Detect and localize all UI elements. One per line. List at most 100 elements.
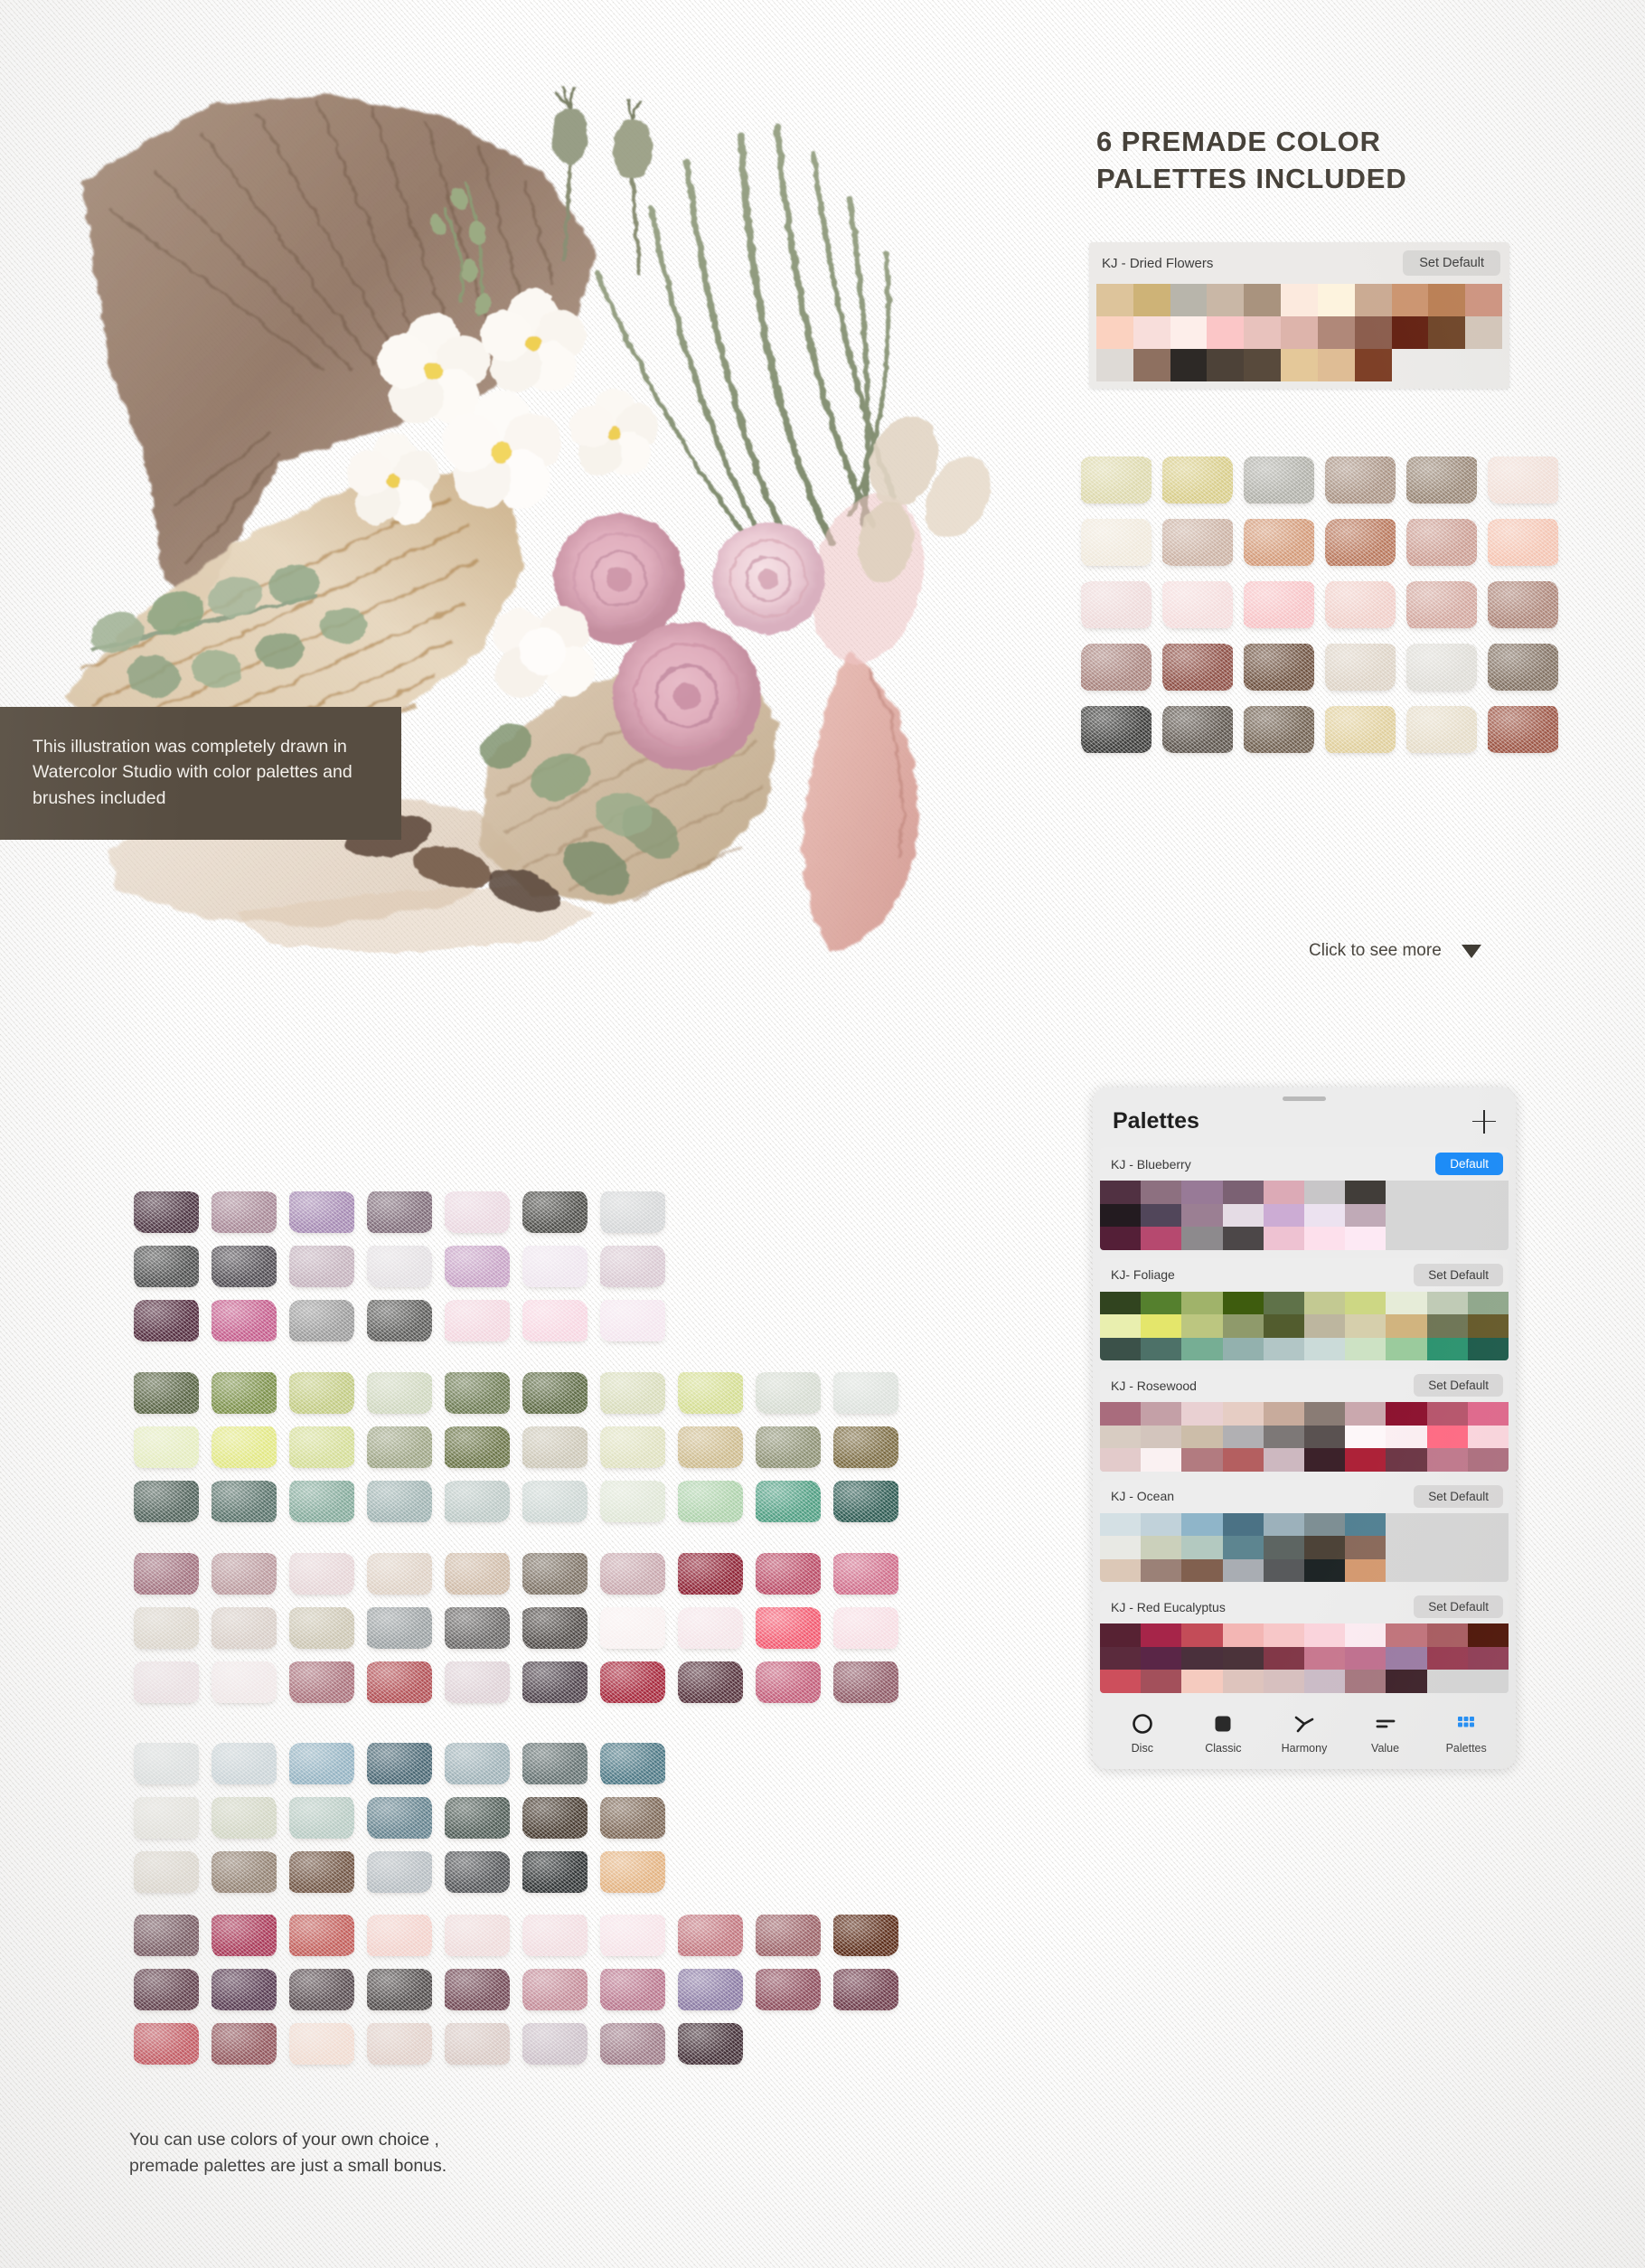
palette-section[interactable]: KJ - Red Eucalyptus Set Default: [1100, 1590, 1509, 1693]
color-swatch[interactable]: [1264, 1402, 1304, 1426]
set-default-button[interactable]: Set Default: [1414, 1374, 1503, 1397]
empty-slot[interactable]: [1468, 1536, 1509, 1559]
empty-slot[interactable]: [1386, 1536, 1426, 1559]
color-swatch[interactable]: [1244, 284, 1281, 316]
color-swatch[interactable]: [1207, 284, 1244, 316]
color-swatch[interactable]: [1304, 1647, 1345, 1670]
empty-slot[interactable]: [1427, 1181, 1468, 1204]
color-swatch[interactable]: [1386, 1647, 1426, 1670]
color-swatch[interactable]: [1181, 1513, 1222, 1537]
color-swatch[interactable]: [1100, 1338, 1141, 1361]
harmony-icon[interactable]: [1292, 1712, 1316, 1736]
set-default-button[interactable]: Set Default: [1414, 1264, 1503, 1286]
color-swatch[interactable]: [1141, 1338, 1181, 1361]
palette-color-grid[interactable]: [1100, 1623, 1509, 1693]
color-swatch[interactable]: [1100, 1623, 1141, 1647]
value-lines-icon[interactable]: [1374, 1712, 1397, 1736]
color-swatch[interactable]: [1264, 1314, 1304, 1338]
color-swatch[interactable]: [1096, 349, 1133, 381]
palette-color-grid[interactable]: [1100, 1513, 1509, 1583]
color-swatch[interactable]: [1096, 284, 1133, 316]
color-swatch[interactable]: [1100, 1227, 1141, 1250]
color-swatch[interactable]: [1427, 1338, 1468, 1361]
color-swatch[interactable]: [1345, 1623, 1386, 1647]
color-swatch[interactable]: [1281, 316, 1318, 349]
tool-harmony[interactable]: Harmony: [1268, 1712, 1340, 1755]
color-swatch[interactable]: [1223, 1204, 1264, 1228]
color-swatch[interactable]: [1100, 1536, 1141, 1559]
color-swatch[interactable]: [1223, 1402, 1264, 1426]
color-swatch[interactable]: [1133, 316, 1170, 349]
color-swatch[interactable]: [1207, 316, 1244, 349]
color-swatch[interactable]: [1355, 284, 1392, 316]
dried-flowers-swatch-grid[interactable]: [1096, 284, 1502, 381]
empty-slot[interactable]: [1468, 1513, 1509, 1537]
color-swatch[interactable]: [1304, 1448, 1345, 1472]
color-swatch[interactable]: [1264, 1426, 1304, 1449]
color-swatch[interactable]: [1141, 1204, 1181, 1228]
color-swatch[interactable]: [1170, 349, 1208, 381]
caret-down-icon[interactable]: [1462, 945, 1481, 958]
color-swatch[interactable]: [1264, 1181, 1304, 1204]
color-swatch[interactable]: [1428, 284, 1465, 316]
color-swatch[interactable]: [1345, 1338, 1386, 1361]
empty-slot[interactable]: [1427, 1227, 1468, 1250]
color-swatch[interactable]: [1386, 1292, 1426, 1315]
color-swatch[interactable]: [1386, 1670, 1426, 1693]
color-swatch[interactable]: [1133, 284, 1170, 316]
color-swatch[interactable]: [1304, 1314, 1345, 1338]
color-swatch[interactable]: [1141, 1426, 1181, 1449]
set-default-button[interactable]: Set Default: [1414, 1595, 1503, 1618]
color-swatch[interactable]: [1100, 1292, 1141, 1315]
color-swatch[interactable]: [1133, 349, 1170, 381]
empty-slot[interactable]: [1427, 1670, 1468, 1693]
color-swatch[interactable]: [1223, 1314, 1264, 1338]
color-swatch[interactable]: [1264, 1536, 1304, 1559]
color-swatch[interactable]: [1304, 1623, 1345, 1647]
color-swatch[interactable]: [1100, 1204, 1141, 1228]
color-swatch[interactable]: [1345, 1647, 1386, 1670]
empty-slot[interactable]: [1468, 1670, 1509, 1693]
color-swatch[interactable]: [1181, 1536, 1222, 1559]
color-swatch[interactable]: [1181, 1670, 1222, 1693]
palette-section[interactable]: KJ - Rosewood Set Default: [1100, 1369, 1509, 1472]
color-swatch[interactable]: [1468, 1314, 1509, 1338]
empty-slot[interactable]: [1468, 1181, 1509, 1204]
color-swatch[interactable]: [1181, 1426, 1222, 1449]
color-swatch[interactable]: [1468, 1402, 1509, 1426]
color-swatch[interactable]: [1264, 1292, 1304, 1315]
color-swatch[interactable]: [1345, 1513, 1386, 1537]
color-swatch[interactable]: [1427, 1647, 1468, 1670]
empty-slot[interactable]: [1427, 1536, 1468, 1559]
color-swatch[interactable]: [1345, 1559, 1386, 1583]
color-swatch[interactable]: [1304, 1513, 1345, 1537]
color-swatch[interactable]: [1141, 1647, 1181, 1670]
color-swatch[interactable]: [1223, 1623, 1264, 1647]
color-swatch[interactable]: [1318, 316, 1355, 349]
color-swatch[interactable]: [1427, 1448, 1468, 1472]
tool-disc[interactable]: Disc: [1106, 1712, 1179, 1755]
color-swatch[interactable]: [1281, 284, 1318, 316]
color-swatch[interactable]: [1223, 1227, 1264, 1250]
color-swatch[interactable]: [1181, 1227, 1222, 1250]
empty-slot[interactable]: [1427, 1513, 1468, 1537]
color-swatch[interactable]: [1170, 316, 1208, 349]
click-to-see-more[interactable]: Click to see more: [1309, 941, 1481, 961]
color-swatch[interactable]: [1141, 1623, 1181, 1647]
color-swatch[interactable]: [1100, 1314, 1141, 1338]
color-swatch[interactable]: [1141, 1314, 1181, 1338]
color-swatch[interactable]: [1100, 1402, 1141, 1426]
color-swatch[interactable]: [1181, 1647, 1222, 1670]
color-swatch[interactable]: [1223, 1536, 1264, 1559]
classic-square-icon[interactable]: [1211, 1712, 1235, 1736]
color-swatch[interactable]: [1181, 1623, 1222, 1647]
color-swatch[interactable]: [1304, 1204, 1345, 1228]
color-swatch[interactable]: [1345, 1402, 1386, 1426]
tool-classic[interactable]: Classic: [1187, 1712, 1259, 1755]
empty-slot[interactable]: [1427, 1559, 1468, 1583]
color-swatch[interactable]: [1318, 284, 1355, 316]
color-swatch[interactable]: [1223, 1559, 1264, 1583]
palette-color-grid[interactable]: [1100, 1181, 1509, 1250]
color-swatch[interactable]: [1223, 1647, 1264, 1670]
color-swatch[interactable]: [1264, 1227, 1304, 1250]
